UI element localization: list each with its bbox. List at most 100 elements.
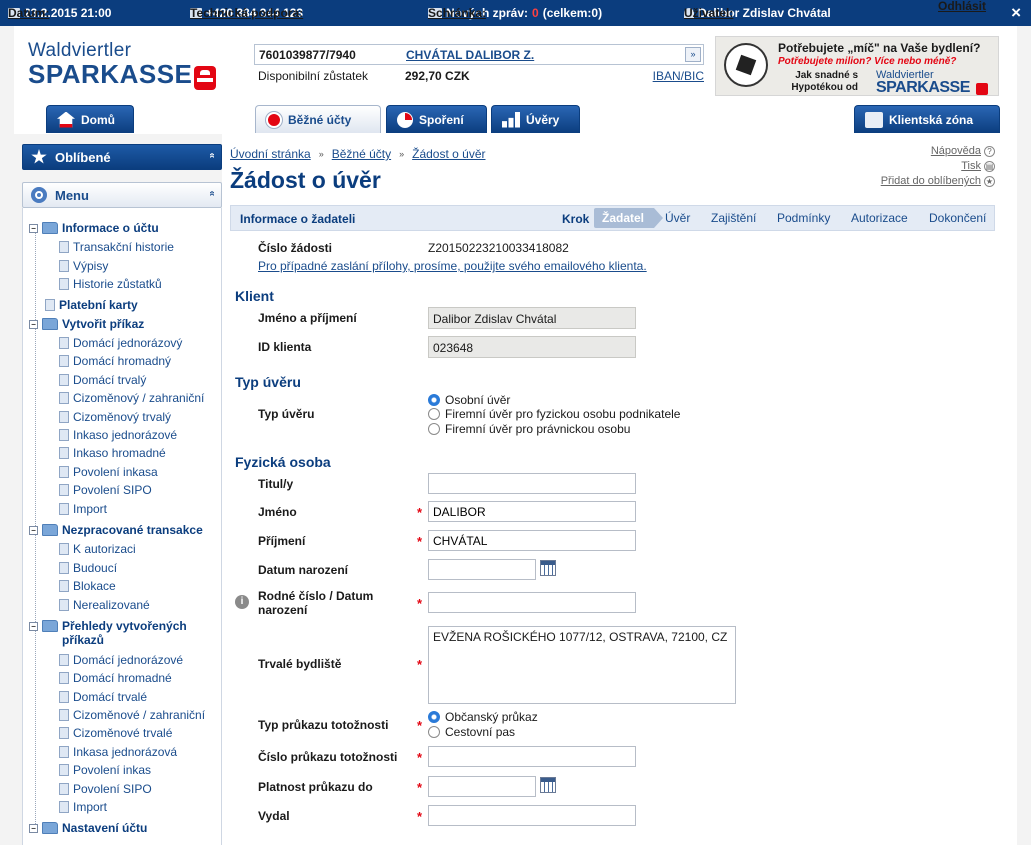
sidebar-item-transaction-history[interactable]: Transakční historie — [59, 240, 174, 254]
printer-icon[interactable]: ▤ — [984, 161, 995, 172]
sidebar-item-direct-debit-single[interactable]: Inkaso jednorázové — [59, 428, 177, 442]
step-applicant[interactable]: Žadatel — [594, 208, 664, 228]
step-loan[interactable]: Úvěr — [657, 208, 690, 228]
user-label[interactable]: Uživatel: — [684, 6, 733, 20]
sidebar-item-blocked[interactable]: Blokace — [59, 579, 116, 593]
breadcrumb-home[interactable]: Úvodní stránka — [230, 147, 311, 161]
id-number-input[interactable] — [428, 746, 636, 767]
sidebar-item-domestic-bulk-orders[interactable]: Domácí hromadné — [59, 671, 172, 685]
inbox-link[interactable]: Schránka: — [428, 6, 486, 20]
minus-icon[interactable]: − — [29, 320, 38, 329]
sidebar-item-debit-permission[interactable]: Povolení inkasa — [59, 465, 158, 479]
calendar-icon[interactable] — [540, 560, 556, 576]
issued-by-input[interactable] — [428, 805, 636, 826]
iban-bic-link[interactable]: IBAN/BIC — [653, 69, 704, 83]
collapse-icon[interactable]: » — [207, 153, 218, 159]
date-label[interactable]: Datum: — [8, 6, 49, 20]
birth-number-input[interactable] — [428, 592, 636, 613]
email-client-link[interactable]: Pro případné zaslání přílohy, prosíme, p… — [258, 259, 647, 273]
tab-loans[interactable]: Úvěry — [491, 105, 580, 133]
add-favorite-link[interactable]: Přidat do oblíbených — [881, 174, 981, 189]
sidebar-item-cards[interactable]: Platební karty — [45, 298, 138, 312]
radio-icon[interactable] — [428, 726, 440, 738]
sidebar-group-order-overview[interactable]: − Přehledy vytvořených příkazů — [29, 619, 187, 647]
print-link[interactable]: Tisk — [961, 159, 981, 174]
breadcrumb-current-accounts[interactable]: Běžné účty — [332, 147, 391, 161]
first-name-input[interactable] — [428, 501, 636, 522]
sidebar-item-foreign-orders[interactable]: Cizoměnové / zahraniční — [59, 708, 205, 722]
mortgage-banner[interactable]: Potřebujete „míč" na Vaše bydlení? Potře… — [715, 36, 999, 96]
loan-type-sole-trader-radio[interactable]: Firemní úvěr pro fyzickou osobu podnikat… — [428, 407, 680, 421]
step-completion[interactable]: Dokončení — [921, 208, 986, 228]
sidebar-item-domestic-standing[interactable]: Domácí trvalý — [59, 373, 146, 387]
sidebar-item-foreign-standing-orders[interactable]: Cizoměnové trvalé — [59, 726, 172, 740]
info-icon[interactable]: i — [235, 595, 249, 609]
sidebar-item-import[interactable]: Import — [59, 502, 107, 516]
help-link[interactable]: Nápověda — [931, 144, 981, 159]
logout-link[interactable]: Odhlásit — [938, 0, 986, 13]
tab-savings[interactable]: Spoření — [386, 105, 487, 133]
sidebar-item-domestic-bulk[interactable]: Domácí hromadný — [59, 354, 171, 368]
minus-icon[interactable]: − — [29, 622, 38, 631]
sidebar-item-direct-debit-orders[interactable]: Inkasa jednorázová — [59, 745, 177, 759]
document-icon — [59, 260, 69, 272]
sidebar-item-statements[interactable]: Výpisy — [59, 259, 108, 273]
bar-chart-icon — [502, 111, 520, 128]
account-dropdown[interactable]: 7601039877/7940 CHVÁTAL DALIBOR Z. » — [254, 44, 704, 65]
sidebar-item-to-authorize[interactable]: K autorizaci — [59, 542, 136, 556]
sidebar-item-balance-history[interactable]: Historie zůstatků — [59, 277, 162, 291]
loan-type-company-radio[interactable]: Firemní úvěr pro právnickou osobu — [428, 422, 630, 436]
radio-selected-icon[interactable] — [428, 394, 440, 406]
star-icon[interactable]: ★ — [984, 176, 995, 187]
sidebar-group-account-info[interactable]: − Informace o účtu — [29, 221, 159, 235]
help-icon[interactable]: ? — [984, 146, 995, 157]
tab-client-zone[interactable]: Klientská zóna — [854, 105, 1000, 133]
sidebar-item-foreign[interactable]: Cizoměnový / zahraniční — [59, 391, 204, 405]
tab-home[interactable]: Domů — [46, 105, 134, 133]
radio-selected-icon[interactable] — [428, 711, 440, 723]
minus-icon[interactable]: − — [29, 526, 38, 535]
sidebar-item-domestic-standing-orders[interactable]: Domácí trvalé — [59, 690, 147, 704]
step-authorization[interactable]: Autorizace — [843, 208, 908, 228]
sidebar-item-import-orders[interactable]: Import — [59, 800, 107, 814]
sidebar-group-account-settings[interactable]: − Nastavení účtu — [29, 821, 147, 835]
sidebar-item-sipo-permission[interactable]: Povolení SIPO — [59, 483, 152, 497]
sidebar-item-domestic-single-orders[interactable]: Domácí jednorázové — [59, 653, 183, 667]
birthdate-input[interactable] — [428, 559, 536, 580]
calendar-icon[interactable] — [540, 777, 556, 793]
title-input[interactable] — [428, 473, 636, 494]
minus-icon[interactable]: − — [29, 824, 38, 833]
tab-current-label: Běžné účty — [288, 112, 352, 127]
id-validity-input[interactable] — [428, 776, 536, 797]
radio-icon[interactable] — [428, 408, 440, 420]
surname-input[interactable] — [428, 530, 636, 551]
loan-type-personal-radio[interactable]: Osobní úvěr — [428, 393, 510, 407]
breadcrumb-loan-request[interactable]: Žádost o úvěr — [412, 147, 485, 161]
step-collateral[interactable]: Zajištění — [703, 208, 756, 228]
address-textarea[interactable]: EVŽENA ROŠICKÉHO 1077/12, OSTRAVA, 72100… — [428, 626, 736, 704]
id-type-id-card-radio[interactable]: Občanský průkaz — [428, 710, 538, 724]
sidebar-item-sipo-permissions[interactable]: Povolení SIPO — [59, 782, 152, 796]
collapse-icon[interactable]: » — [207, 191, 218, 197]
minus-icon[interactable]: − — [29, 224, 38, 233]
id-type-passport-radio[interactable]: Cestovní pas — [428, 725, 515, 739]
sidebar-item-foreign-standing[interactable]: Cizoměnový trvalý — [59, 410, 171, 424]
sidebar-group-create-order[interactable]: − Vytvořit příkaz — [29, 317, 144, 331]
menu-header[interactable]: Menu » — [22, 182, 222, 208]
support-label[interactable]: Technická podpora: — [190, 6, 303, 20]
sidebar-item-debit-permissions[interactable]: Povolení inkas — [59, 763, 151, 777]
step-conditions[interactable]: Podmínky — [769, 208, 830, 228]
radio-icon[interactable] — [428, 423, 440, 435]
sidebar-item-future[interactable]: Budoucí — [59, 561, 117, 575]
account-owner[interactable]: CHVÁTAL DALIBOR Z. — [406, 48, 534, 62]
close-icon[interactable]: × — [1011, 3, 1021, 23]
sparkasse-logo[interactable]: Waldviertler SPARKASSE — [28, 40, 216, 90]
sidebar-group-unprocessed[interactable]: − Nezpracované transakce — [29, 523, 203, 537]
favorites-header[interactable]: Oblíbené » — [22, 144, 222, 170]
sidebar-item-direct-debit-bulk[interactable]: Inkaso hromadné — [59, 446, 166, 460]
date-info: Datum: 23.2.2015 21:00 — [8, 6, 111, 20]
sidebar-item-unrealized[interactable]: Nerealizované — [59, 598, 150, 612]
sidebar-item-domestic-single[interactable]: Domácí jednorázový — [59, 336, 182, 350]
tab-current-accounts[interactable]: Běžné účty — [255, 105, 381, 133]
chevron-down-icon[interactable]: » — [685, 47, 701, 62]
